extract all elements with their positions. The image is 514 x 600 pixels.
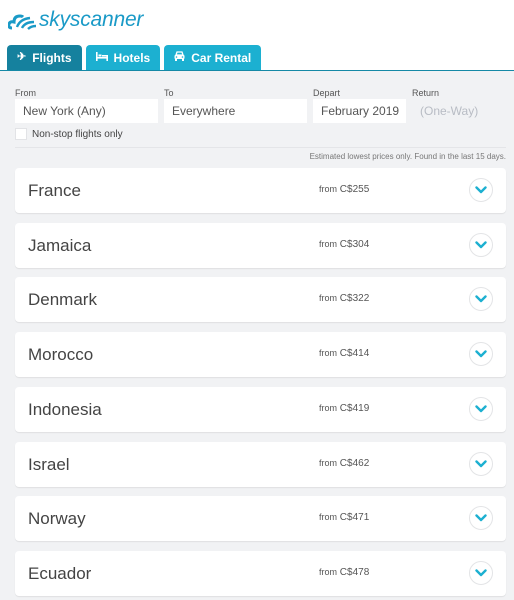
country-name: Israel [28, 455, 70, 474]
to-input[interactable]: Everywhere [164, 99, 307, 123]
destination-card[interactable]: Indonesia from C$419 [15, 387, 506, 432]
destination-card[interactable]: Ecuador from C$478 [15, 551, 506, 596]
chevron-down-icon [475, 460, 487, 468]
car-icon [174, 51, 185, 64]
country-name: Denmark [28, 290, 97, 309]
chevron-down-icon [475, 186, 487, 194]
chevron-down-icon [475, 241, 487, 249]
depart-input[interactable]: February 2019 [313, 99, 406, 123]
tab-label: Hotels [113, 50, 151, 65]
expand-button[interactable] [469, 178, 493, 202]
chevron-down-icon [475, 405, 487, 413]
brand-name: skyscanner [39, 8, 144, 31]
tab-car-rental[interactable]: Car Rental [164, 45, 262, 70]
price-prefix: from [319, 567, 337, 577]
country-name: Indonesia [28, 400, 102, 419]
chevron-down-icon [475, 569, 487, 577]
destination-card[interactable]: France from C$255 [15, 168, 506, 213]
price: from C$462 [319, 458, 369, 469]
destination-card[interactable]: Denmark from C$322 [15, 277, 506, 322]
tab-label: Flights [32, 50, 72, 65]
tab-label: Car Rental [191, 50, 252, 65]
expand-button[interactable] [469, 233, 493, 257]
country-name: France [28, 181, 81, 200]
chevron-down-icon [475, 514, 487, 522]
price: from C$471 [319, 512, 369, 523]
price-prefix: from [319, 348, 337, 358]
expand-button[interactable] [469, 561, 493, 585]
price-prefix: from [319, 512, 337, 522]
price: from C$414 [319, 348, 369, 359]
to-label: To [164, 88, 174, 98]
price-value: C$419 [339, 403, 370, 414]
price-prefix: from [319, 184, 337, 194]
country-name: Jamaica [28, 236, 92, 255]
price-value: C$255 [339, 184, 370, 195]
chevron-down-icon [475, 350, 487, 358]
price-disclaimer: Estimated lowest prices only. Found in t… [309, 152, 506, 161]
tab-hotels[interactable]: Hotels [85, 45, 161, 70]
cloud-logo-icon [8, 14, 37, 30]
price-value: C$478 [339, 567, 370, 578]
expand-button[interactable] [469, 342, 493, 366]
price-value: C$462 [339, 458, 370, 469]
destination-card[interactable]: Israel from C$462 [15, 442, 506, 487]
skyscanner-logo[interactable]: skyscanner [8, 8, 143, 32]
price-value: C$304 [339, 239, 370, 250]
chevron-down-icon [475, 295, 487, 303]
country-name: Morocco [28, 345, 94, 364]
nonstop-option[interactable]: Non-stop flights only [15, 128, 123, 140]
vertical-tabs: ✈ Flights Hotels Car Rental [7, 45, 262, 70]
nonstop-label: Non-stop flights only [32, 128, 123, 140]
destination-card[interactable]: Jamaica from C$304 [15, 223, 506, 268]
from-input[interactable]: New York (Any) [15, 99, 158, 123]
depart-label: Depart [313, 88, 341, 98]
nonstop-checkbox[interactable] [15, 128, 27, 140]
country-name: Norway [28, 509, 86, 528]
price-prefix: from [319, 403, 337, 413]
return-input[interactable]: (One-Way) [412, 99, 504, 123]
price: from C$419 [319, 403, 369, 414]
price-prefix: from [319, 293, 337, 303]
expand-button[interactable] [469, 452, 493, 476]
expand-button[interactable] [469, 287, 493, 311]
price-value: C$322 [339, 293, 370, 304]
price-prefix: from [319, 239, 337, 249]
country-name: Ecuador [28, 564, 92, 583]
price: from C$322 [319, 293, 369, 304]
return-label: Return [412, 88, 440, 98]
divider [15, 147, 506, 148]
price: from C$478 [319, 567, 369, 578]
price-value: C$414 [339, 348, 370, 359]
expand-button[interactable] [469, 397, 493, 421]
expand-button[interactable] [469, 506, 493, 530]
destination-card[interactable]: Morocco from C$414 [15, 332, 506, 377]
header: skyscanner [0, 0, 514, 44]
plane-icon: ✈ [17, 51, 27, 63]
bed-icon [95, 51, 108, 64]
price: from C$304 [319, 239, 369, 250]
from-label: From [15, 88, 36, 98]
price-prefix: from [319, 458, 337, 468]
tab-flights[interactable]: ✈ Flights [7, 45, 82, 70]
destination-card[interactable]: Norway from C$471 [15, 496, 506, 541]
price-value: C$471 [339, 512, 370, 523]
price: from C$255 [319, 184, 369, 195]
